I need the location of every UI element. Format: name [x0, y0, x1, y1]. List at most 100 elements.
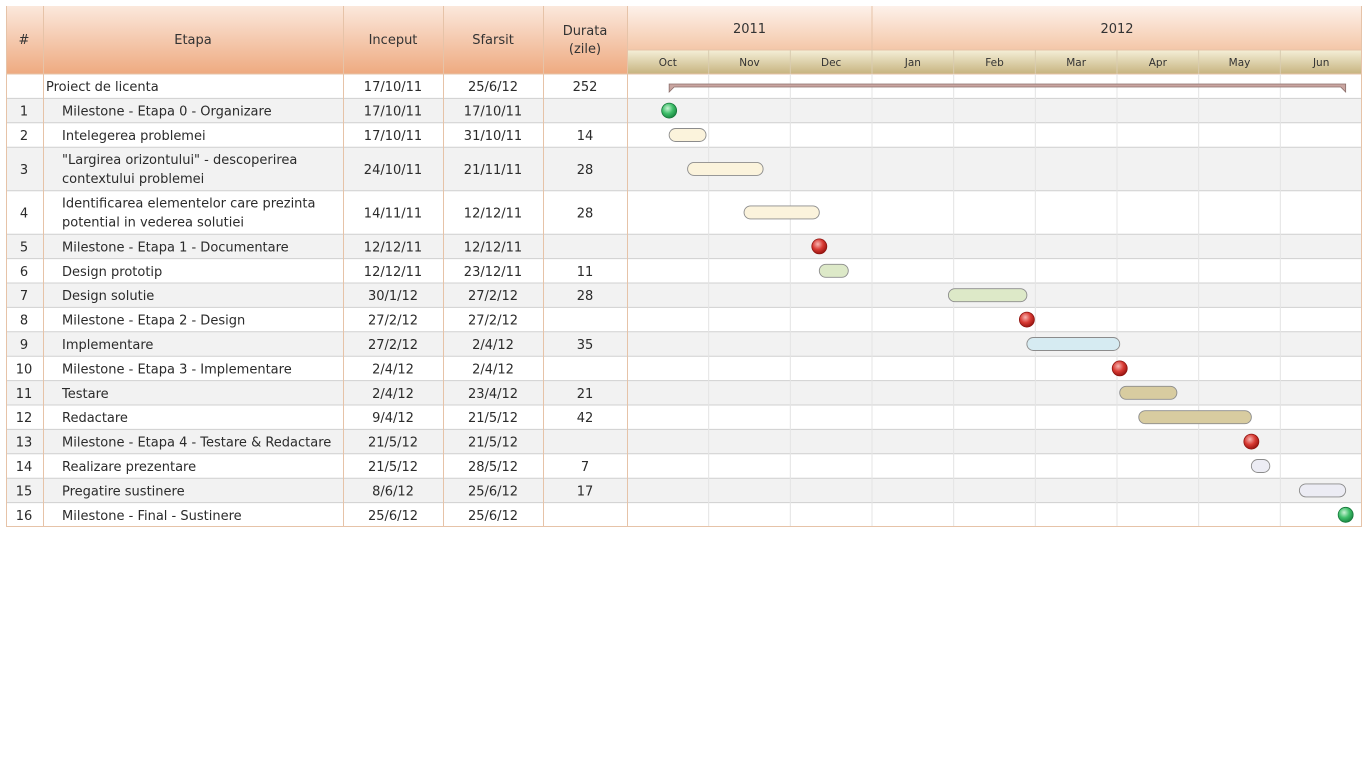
task-name: Design solutie [62, 289, 154, 304]
task-start: 21/5/12 [368, 460, 418, 475]
task-name: Realizare prezentare [62, 460, 196, 475]
task-name: Pregatire sustinere [62, 484, 185, 499]
task-number: 2 [20, 129, 28, 144]
table-row [6, 453, 1362, 479]
task-end: 2/4/12 [472, 362, 514, 377]
gantt-chart: # Etapa Inceput Sfarsit Durata (zile) 20… [6, 6, 1362, 527]
task-number: 10 [16, 362, 33, 377]
task-end: 23/4/12 [468, 387, 518, 402]
table-row [6, 283, 1362, 308]
task-start: 2/4/12 [372, 362, 414, 377]
task-end: 27/2/12 [468, 289, 518, 304]
task-start: 25/6/12 [368, 509, 418, 524]
task-number: 4 [20, 206, 28, 221]
task-end: 25/6/12 [468, 484, 518, 499]
task-name: Milestone - Etapa 4 - Testare & Redactar… [62, 436, 331, 451]
task-end: 2/4/12 [472, 338, 514, 353]
task-name: Design prototip [62, 265, 162, 280]
task-bar [1298, 483, 1347, 498]
task-start: 30/1/12 [368, 289, 418, 304]
milestone-marker [1018, 311, 1035, 328]
task-bar [947, 288, 1028, 303]
task-duration: 14 [577, 129, 594, 144]
task-start: 17/10/11 [364, 105, 422, 120]
task-end: 21/11/11 [464, 163, 522, 178]
task-number: 13 [16, 436, 33, 451]
task-name: potential in vederea solutiei [62, 216, 244, 231]
task-number: 9 [20, 338, 28, 353]
year-label: 2012 [1100, 22, 1133, 37]
header-num: # [19, 33, 30, 48]
task-number: 12 [16, 411, 33, 426]
task-name: Testare [61, 387, 109, 402]
task-bar [743, 205, 820, 220]
task-end: 17/10/11 [464, 105, 522, 120]
month-label: Dec [821, 57, 842, 69]
task-end: 28/5/12 [468, 460, 518, 475]
task-number: 3 [20, 163, 28, 178]
task-name: "Largirea orizontului" - descoperirea [62, 153, 297, 168]
task-duration: 28 [577, 163, 594, 178]
task-name: Milestone - Etapa 0 - Organizare [62, 105, 272, 120]
task-bar [818, 263, 849, 278]
summary-task-name: Proiect de licenta [46, 80, 159, 95]
task-start: 2/4/12 [372, 387, 414, 402]
year-label: 2011 [733, 22, 766, 37]
task-duration: 28 [577, 206, 594, 221]
table-row [6, 258, 1362, 283]
task-name: Milestone - Etapa 3 - Implementare [62, 362, 292, 377]
milestone-marker [1337, 506, 1354, 523]
month-label: Jan [904, 57, 921, 69]
month-label: May [1229, 57, 1251, 69]
task-name: Intelegerea problemei [62, 129, 206, 144]
task-duration: 17 [577, 484, 594, 499]
summary-duration: 252 [573, 80, 598, 95]
task-end: 27/2/12 [468, 314, 518, 329]
header-duration-line2: (zile) [569, 42, 601, 57]
task-bar [1250, 459, 1271, 473]
task-start: 24/10/11 [364, 163, 422, 178]
month-label: Oct [659, 57, 677, 69]
task-name: Milestone - Etapa 2 - Design [62, 314, 245, 329]
task-name: Identificarea elementelor care prezinta [62, 197, 316, 212]
header-task: Etapa [174, 33, 212, 48]
task-number: 14 [16, 460, 33, 475]
milestone-marker [811, 238, 828, 255]
task-start: 9/4/12 [372, 411, 414, 426]
task-number: 8 [20, 314, 28, 329]
milestone-marker [661, 102, 678, 119]
header-duration-line1: Durata [563, 24, 608, 39]
task-name: Milestone - Etapa 1 - Documentare [62, 240, 289, 255]
task-end: 31/10/11 [464, 129, 522, 144]
task-start: 27/2/12 [368, 338, 418, 353]
task-end: 23/12/11 [464, 265, 522, 280]
task-start: 8/6/12 [372, 484, 414, 499]
month-label: Apr [1149, 57, 1168, 69]
task-number: 1 [20, 105, 28, 120]
task-duration: 11 [577, 265, 594, 280]
task-duration: 28 [577, 289, 594, 304]
task-bar [1119, 385, 1178, 400]
task-end: 12/12/11 [464, 240, 522, 255]
task-name: Milestone - Final - Sustinere [62, 509, 242, 524]
table-row [6, 331, 1362, 357]
header-start: Inceput [369, 33, 418, 48]
task-bar [1138, 410, 1252, 425]
month-label: Feb [985, 57, 1004, 69]
task-duration: 21 [577, 387, 594, 402]
task-start: 17/10/11 [364, 129, 422, 144]
task-start: 12/12/11 [364, 265, 422, 280]
summary-end: 25/6/12 [468, 80, 518, 95]
task-name: Implementare [62, 338, 153, 353]
task-duration: 35 [577, 338, 594, 353]
summary-start: 17/10/11 [364, 80, 422, 95]
task-bar [668, 128, 707, 142]
task-start: 12/12/11 [364, 240, 422, 255]
task-end: 12/12/11 [464, 206, 522, 221]
task-number: 5 [20, 240, 28, 255]
task-number: 7 [20, 289, 28, 304]
month-label: Mar [1066, 57, 1086, 69]
task-name: contextului problemei [62, 172, 204, 187]
task-start: 27/2/12 [368, 314, 418, 329]
task-duration: 42 [577, 411, 594, 426]
